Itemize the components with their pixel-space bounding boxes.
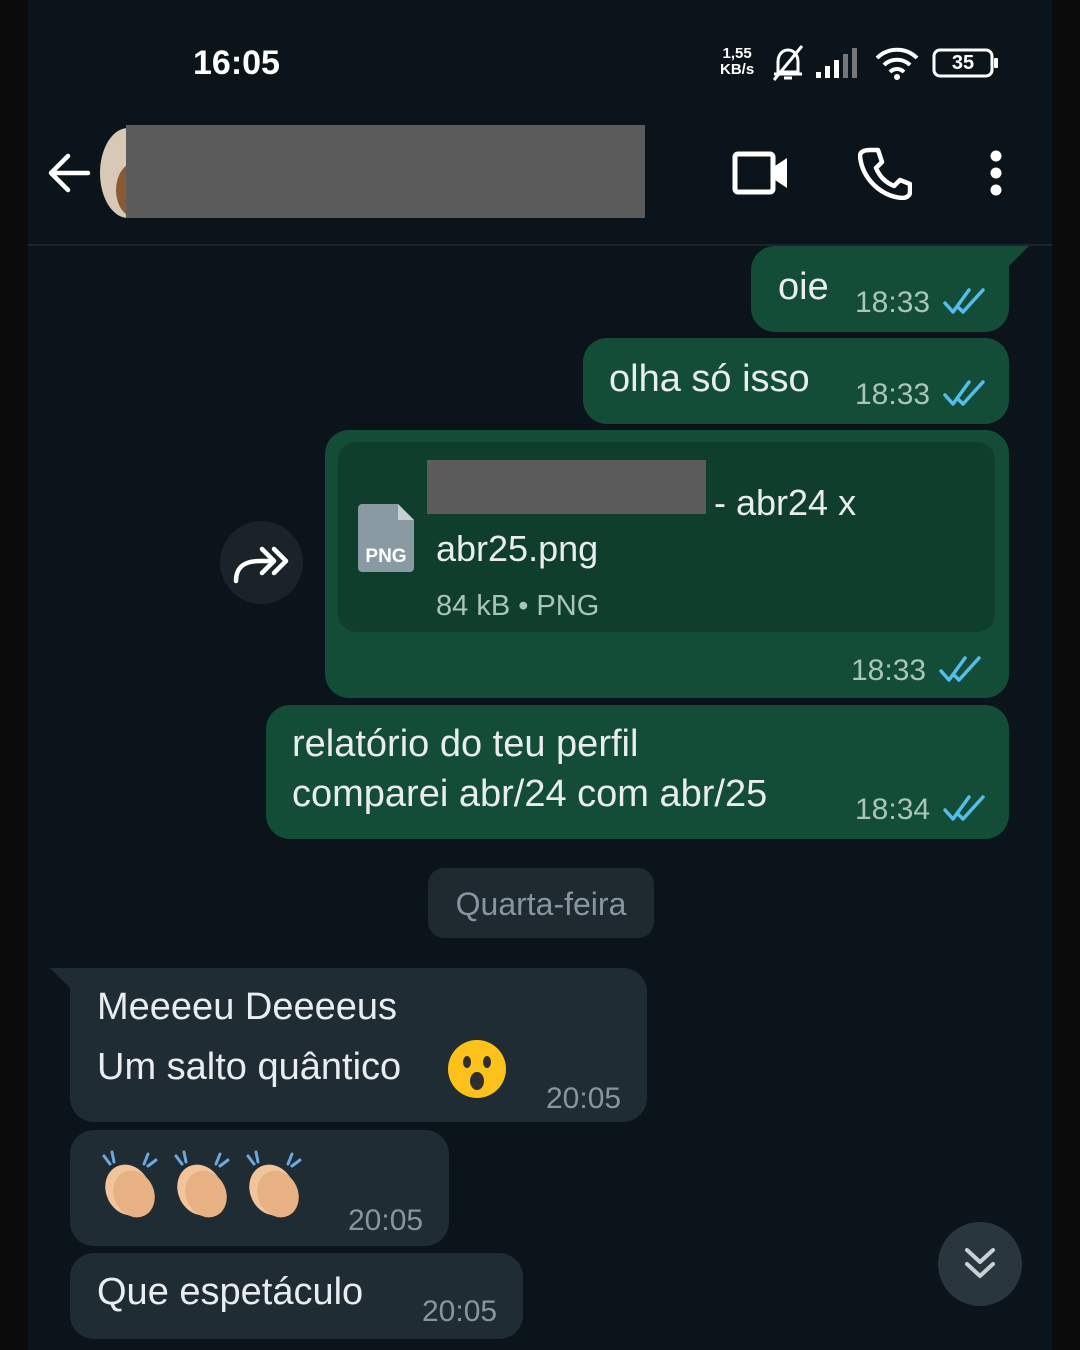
- message-time: 20:05: [546, 1082, 622, 1115]
- file-name-redacted: [427, 460, 706, 514]
- bubble-tail: [1007, 246, 1029, 268]
- message-text: Que espetáculo: [97, 1271, 364, 1313]
- contact-name-redacted[interactable]: [126, 125, 645, 218]
- message-bubble-outgoing[interactable]: oie 18:33: [751, 246, 1029, 332]
- message-text-line2: comparei abr/24 com abr/25: [292, 773, 768, 815]
- message-text-line2: Um salto quântico: [97, 1046, 402, 1088]
- message-time: 20:05: [422, 1295, 498, 1328]
- wifi-icon: [875, 47, 919, 80]
- net-speed-value: 1,55: [722, 45, 752, 62]
- message-time: 18:33: [851, 654, 927, 687]
- forward-button[interactable]: [220, 521, 303, 604]
- back-arrow-icon[interactable]: [46, 150, 92, 196]
- message-time: 18:34: [855, 793, 931, 826]
- astonished-face-emoji: [448, 1040, 506, 1098]
- forward-icon: [233, 546, 289, 584]
- clapping-hands-emoji: [102, 1150, 158, 1218]
- message-time: 20:05: [348, 1204, 424, 1237]
- message-time: 18:33: [855, 286, 931, 319]
- mute-bell-icon: [772, 45, 804, 81]
- read-ticks-icon: [939, 656, 981, 682]
- double-chevron-down-icon: [965, 1248, 995, 1278]
- message-bubble-incoming[interactable]: Que espetáculo 20:05: [70, 1253, 523, 1339]
- clapping-hands-emoji: [174, 1150, 230, 1218]
- signal-icon: [816, 48, 857, 78]
- message-time: 18:33: [855, 378, 931, 411]
- file-name-line2: abr25.png: [436, 528, 599, 569]
- net-speed-unit: KB/s: [720, 61, 755, 78]
- message-bubble-incoming[interactable]: 20:05: [70, 1130, 449, 1246]
- status-time: 16:05: [193, 44, 280, 82]
- phone-icon[interactable]: [858, 146, 912, 200]
- read-ticks-icon: [943, 288, 985, 314]
- more-vert-icon[interactable]: [986, 150, 1006, 196]
- chat-screen: 16:05 1,55 KB/s 35 oie 18:33 olha só iss…: [28, 0, 1052, 1350]
- message-bubble-outgoing[interactable]: olha só isso 18:33: [583, 338, 1009, 424]
- status-bar: 16:05 1,55 KB/s 35: [28, 0, 1052, 120]
- message-text-line1: relatório do teu perfil: [292, 723, 639, 765]
- file-meta: 84 kB • PNG: [436, 590, 600, 622]
- date-divider: Quarta-feira: [428, 868, 654, 938]
- video-call-icon[interactable]: [732, 150, 790, 196]
- read-ticks-icon: [943, 795, 985, 821]
- date-divider-label: Quarta-feira: [455, 886, 627, 922]
- message-bubble-incoming[interactable]: Meeeeu Deeeeus Um salto quântico 20:05: [50, 968, 647, 1122]
- message-bubble-outgoing[interactable]: relatório do teu perfil comparei abr/24 …: [266, 705, 1009, 839]
- message-text: oie: [778, 266, 829, 308]
- read-ticks-icon: [943, 380, 985, 406]
- net-speed: 1,55 KB/s: [720, 46, 754, 78]
- battery-level: 35: [951, 52, 975, 74]
- bubble-tail: [50, 968, 72, 990]
- scroll-to-bottom-button[interactable]: [938, 1222, 1022, 1306]
- file-name-line1: - abr24 x: [714, 482, 857, 523]
- clapping-hands-emoji: [246, 1150, 302, 1218]
- file-type-label: PNG: [365, 546, 407, 567]
- message-text: olha só isso: [609, 358, 810, 400]
- message-text-line1: Meeeeu Deeeeus: [97, 986, 397, 1028]
